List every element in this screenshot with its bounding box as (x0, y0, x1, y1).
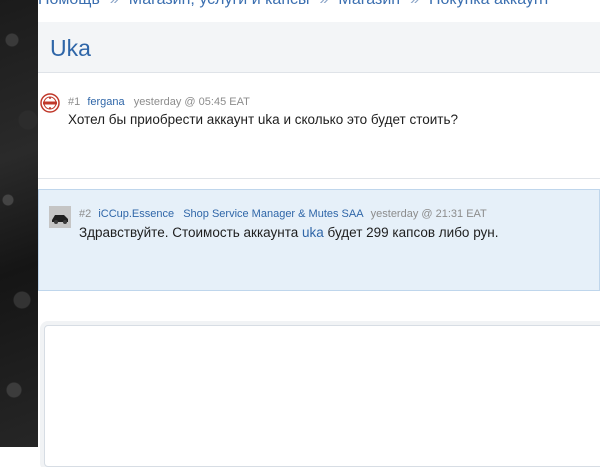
post-link[interactable]: uka (302, 225, 324, 240)
post-item: #1 fergana yesterday @ 05:45 EAT Хотел б… (38, 80, 600, 179)
post-text: будет 299 капсов либо рун. (323, 225, 499, 240)
post-time: yesterday @ 21:31 EAT (370, 208, 487, 220)
breadcrumb-separator: » (110, 0, 119, 8)
post-meta: #2 iCCup.Essence Shop Service Manager & … (79, 208, 487, 220)
car-avatar-icon[interactable] (49, 206, 71, 228)
breadcrumb-separator: » (319, 0, 328, 8)
post-number[interactable]: #1 (68, 96, 80, 108)
post-author[interactable]: fergana (87, 96, 124, 108)
post-body: Хотел бы приобрести аккаунт uka и скольк… (68, 112, 458, 127)
post-time: yesterday @ 05:45 EAT (133, 96, 250, 108)
forum-content: Помощь » Магазин, услуги и капсы » Магазин » П… (38, 0, 600, 467)
post-author-role: Shop Service Manager & Mutes SAA (183, 208, 364, 220)
badge-avatar-icon[interactable] (40, 93, 60, 113)
post-author[interactable]: iCCup.Essence (98, 208, 174, 220)
post-meta: #1 fergana yesterday @ 05:45 EAT (68, 96, 250, 108)
breadcrumb-item[interactable]: Покупка аккаунт (429, 0, 550, 8)
breadcrumb-item[interactable]: Помощь (38, 0, 100, 8)
post-text: Здравствуйте. Стоимость аккаунта (79, 225, 303, 240)
breadcrumb: Помощь » Магазин, услуги и капсы » Магазин » П… (38, 0, 600, 11)
post-number[interactable]: #2 (79, 208, 91, 220)
post-body: Здравствуйте. Стоимость аккаунта uka буд… (79, 225, 499, 240)
background-texture (0, 0, 38, 447)
breadcrumb-separator: » (410, 0, 419, 8)
page-title: Uka (50, 35, 91, 61)
post-text: Хотел бы приобрести аккаунт uka и скольк… (68, 112, 459, 127)
thread-header: Uka (38, 22, 600, 73)
reply-editor[interactable] (44, 325, 600, 467)
post-item: #2 iCCup.Essence Shop Service Manager & … (38, 189, 600, 291)
breadcrumb-item[interactable]: Магазин (338, 0, 400, 8)
breadcrumb-item[interactable]: Магазин, услуги и капсы (129, 0, 310, 8)
